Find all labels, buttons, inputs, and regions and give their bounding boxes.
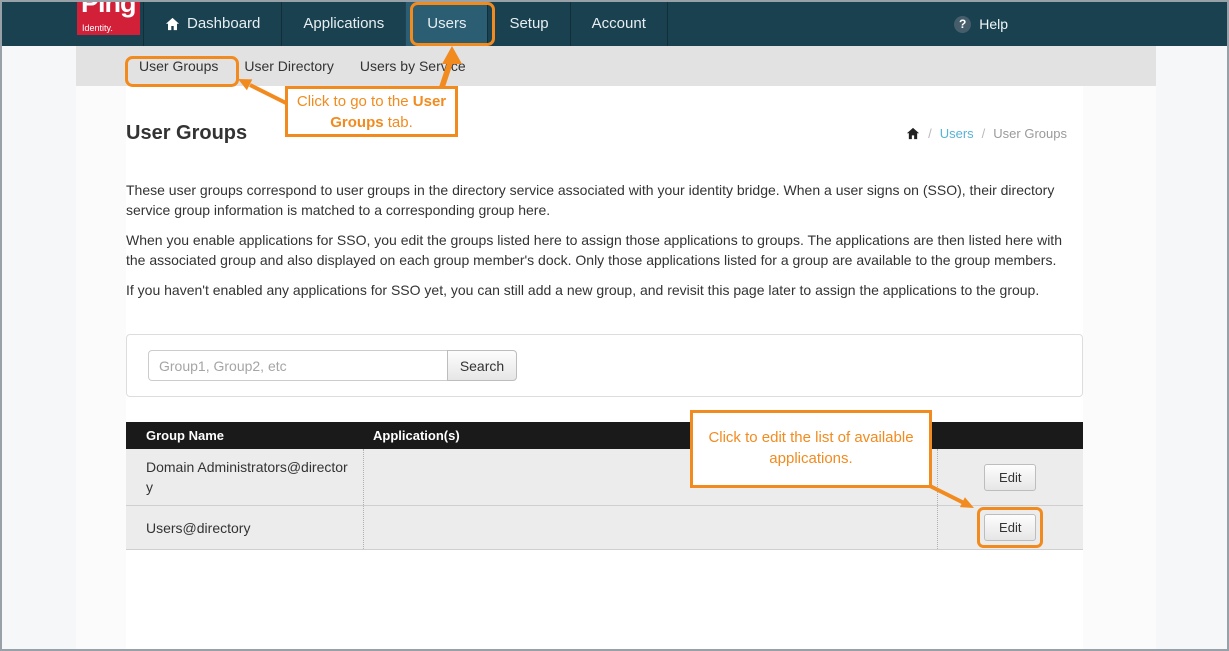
applications-cell — [363, 506, 937, 550]
nav-item-label: Account — [592, 2, 646, 46]
edit-button-row-2[interactable]: Edit — [984, 514, 1036, 541]
nav-item-label: Users — [427, 2, 466, 46]
top-nav: Ping Identity. Dashboard Applications Us… — [2, 2, 1227, 46]
column-header-actions — [937, 422, 1083, 449]
ping-identity-logo[interactable]: Ping Identity. — [77, 2, 140, 35]
description-paragraph-1: These user groups correspond to user gro… — [126, 180, 1083, 220]
app-window: Ping Identity. Dashboard Applications Us… — [0, 0, 1229, 651]
nav-item-setup[interactable]: Setup — [487, 2, 569, 46]
nav-item-account[interactable]: Account — [570, 2, 668, 46]
callout-line: Click to go to the User — [288, 91, 455, 112]
actions-cell: Edit — [937, 449, 1083, 506]
table-row: Domain Administrators@directory Edit — [126, 449, 1083, 506]
tab-user-directory[interactable]: User Directory — [231, 46, 346, 86]
breadcrumb: / Users / User Groups — [906, 126, 1067, 141]
nav-item-users[interactable]: Users — [405, 2, 487, 46]
description-paragraph-2: When you enable applications for SSO, yo… — [126, 230, 1083, 270]
callout-line: Groups tab. — [288, 112, 455, 133]
tab-user-groups[interactable]: User Groups — [126, 46, 231, 86]
groups-table: Group Name Application(s) Domain Adminis… — [126, 422, 1083, 550]
callout-users-tab: Click to go to the User Groups tab. — [285, 86, 458, 137]
search-panel: Search — [126, 334, 1083, 397]
callout-edit-button: Click to edit the list of available appl… — [690, 410, 932, 488]
edit-button-row-1[interactable]: Edit — [984, 464, 1036, 491]
nav-item-applications[interactable]: Applications — [281, 2, 405, 46]
table-row: Users@directory Edit — [126, 506, 1083, 550]
home-icon[interactable] — [906, 127, 920, 140]
breadcrumb-link-users[interactable]: Users — [940, 126, 974, 141]
description-paragraph-3: If you haven't enabled any applications … — [126, 280, 1083, 300]
sub-nav: User Groups User Directory Users by Serv… — [76, 46, 1156, 86]
search-button[interactable]: Search — [447, 350, 517, 381]
nav-items: Dashboard Applications Users Setup Accou… — [143, 2, 668, 46]
nav-item-dashboard[interactable]: Dashboard — [143, 2, 281, 46]
help-button[interactable]: ? Help — [954, 2, 1008, 46]
search-input[interactable] — [148, 350, 448, 381]
page-header: User Groups / Users / User Groups — [126, 120, 1083, 146]
breadcrumb-separator: / — [928, 126, 932, 141]
column-header-group-name: Group Name — [126, 422, 363, 449]
question-circle-icon: ? — [954, 16, 971, 33]
tab-users-by-service[interactable]: Users by Service — [347, 46, 479, 86]
breadcrumb-current: User Groups — [993, 126, 1067, 141]
content-column: User Groups / Users / User Groups These … — [76, 86, 1156, 649]
logo-text-ping: Ping — [81, 2, 136, 19]
page-title: User Groups — [126, 120, 906, 146]
home-icon — [165, 17, 180, 31]
logo-text-identity: Identity. — [82, 23, 113, 33]
help-label: Help — [979, 16, 1008, 32]
actions-cell: Edit — [937, 506, 1083, 550]
group-name-cell: Domain Administrators@directory — [126, 449, 363, 506]
main-container: User Groups / Users / User Groups These … — [126, 86, 1083, 649]
nav-item-label: Applications — [303, 2, 384, 46]
nav-item-label: Dashboard — [187, 2, 260, 46]
group-name-cell: Users@directory — [126, 506, 363, 550]
callout-line: Click to edit the list of available — [693, 427, 929, 448]
callout-line: applications. — [693, 448, 929, 469]
table-header-row: Group Name Application(s) — [126, 422, 1083, 449]
nav-item-label: Setup — [509, 2, 548, 46]
breadcrumb-separator: / — [982, 126, 986, 141]
